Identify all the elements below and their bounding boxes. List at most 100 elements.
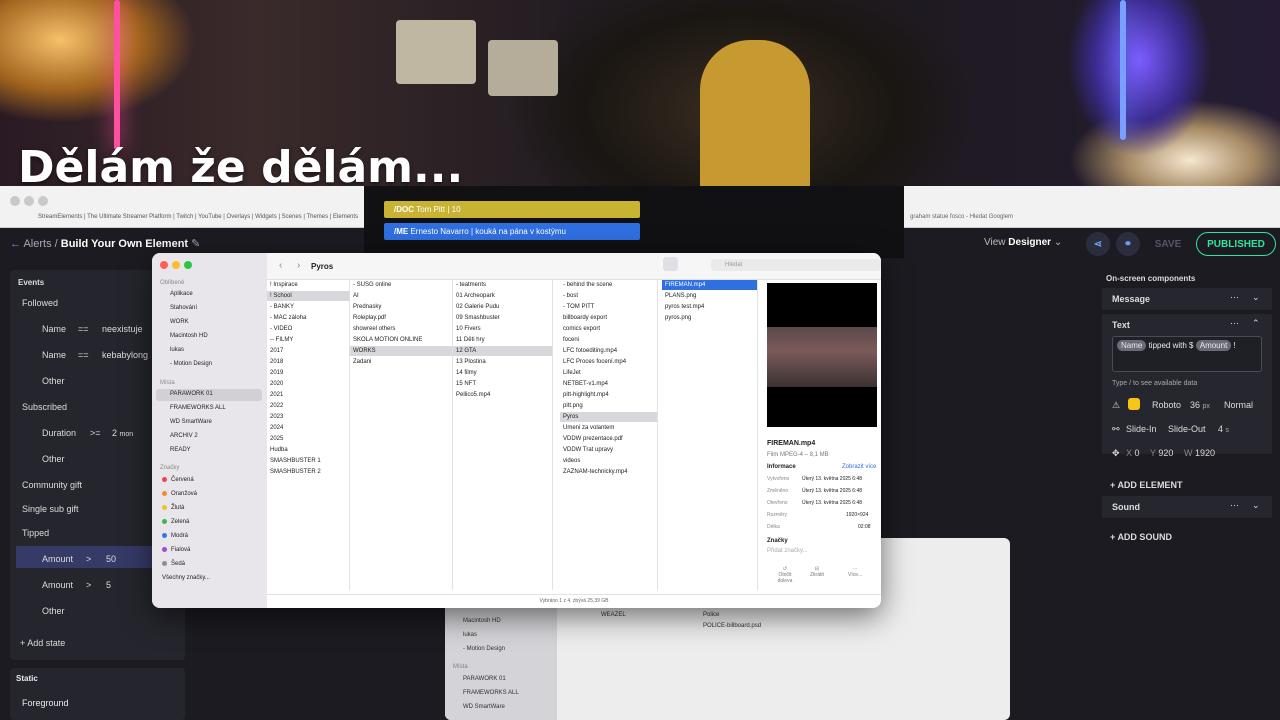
file-item[interactable]: NETBET-v1.mp4 xyxy=(560,379,657,389)
sidebar-item[interactable]: lukas xyxy=(170,347,184,353)
text-template-input[interactable]: Name tipped with $ Amount ! xyxy=(1112,336,1262,372)
text-color-swatch[interactable] xyxy=(1128,398,1140,410)
file-item[interactable]: SMASHBUSTER 2 xyxy=(267,467,349,477)
back-icon[interactable]: ‹ xyxy=(279,260,282,271)
component-text[interactable]: Text xyxy=(1112,320,1130,330)
link-icon[interactable]: ⚭ xyxy=(1116,232,1140,256)
file-item[interactable]: 15 NFT xyxy=(453,379,552,389)
file-item[interactable]: WORKS xyxy=(350,346,452,356)
condition-value[interactable]: neexistuje xyxy=(102,324,143,334)
file-item[interactable]: 2018 xyxy=(267,357,349,367)
file-item[interactable]: - MAC záloha xyxy=(267,313,349,323)
browser-tabs[interactable]: StreamElements | The Ultimate Streamer P… xyxy=(38,214,358,220)
save-button[interactable]: SAVE xyxy=(1146,232,1190,256)
sidebar-item[interactable]: WD SmartWare xyxy=(170,419,212,425)
pencil-icon[interactable]: ✎ xyxy=(191,238,200,250)
browser-tab-right[interactable]: graham statue fosco - Hledat Googlem xyxy=(910,214,1013,220)
minimize-dot[interactable] xyxy=(24,196,34,206)
file-item[interactable]: billboardy export xyxy=(560,313,657,323)
file-item[interactable]: Roleplay.pdf xyxy=(350,313,452,323)
file-item[interactable]: ! School xyxy=(267,291,349,301)
state-other[interactable]: Other xyxy=(42,376,65,386)
close-dot[interactable] xyxy=(10,196,20,206)
file-item[interactable]: 2025 xyxy=(267,434,349,444)
font-size[interactable]: 36 px xyxy=(1190,400,1210,410)
file-item[interactable]: 2024 xyxy=(267,423,349,433)
zoom-dot[interactable] xyxy=(38,196,48,206)
file-item[interactable]: - BANKY xyxy=(267,302,349,312)
y-field[interactable]: Y 920 xyxy=(1150,448,1173,458)
file-item[interactable]: Zadani xyxy=(350,357,452,367)
file-item[interactable]: FIREMAN.mp4 xyxy=(662,280,757,290)
file-item[interactable]: pitt-highlight.mp4 xyxy=(560,390,657,400)
file-item[interactable]: ! Inspirace xyxy=(267,280,349,290)
rotate-left-button[interactable]: ↺ Otočit doleva xyxy=(772,566,798,584)
file-item[interactable]: videos xyxy=(560,456,657,466)
file-item[interactable]: AI xyxy=(350,291,452,301)
tag-item[interactable]: Fialová xyxy=(162,547,190,553)
tag-item[interactable]: Oranžová xyxy=(162,491,197,497)
file-item[interactable]: 09 Smashbuster xyxy=(453,313,552,323)
column-view-icon[interactable] xyxy=(663,257,678,271)
zoom-button[interactable] xyxy=(184,261,192,269)
variable-chip[interactable]: Name xyxy=(1117,340,1147,351)
tag-item[interactable]: Žlutá xyxy=(162,505,184,511)
more-button[interactable]: ⋯ Více... xyxy=(848,566,862,578)
file-item[interactable]: LifeJet xyxy=(560,368,657,378)
state-followed[interactable]: Followed xyxy=(22,298,58,308)
condition-value[interactable]: kebabylong xyxy=(102,350,148,360)
file-item[interactable]: LFC fotoediting.mp4 xyxy=(560,346,657,356)
chevron-down-icon[interactable]: ⌄ xyxy=(1252,292,1260,303)
file-item[interactable]: - bost xyxy=(560,291,657,301)
add-sound-button[interactable]: + ADD SOUND xyxy=(1110,532,1172,542)
chevron-up-icon[interactable]: ⌃ xyxy=(1252,318,1260,329)
add-element-button[interactable]: + ADD ELEMENT xyxy=(1110,480,1182,490)
file-item[interactable]: pitt.png xyxy=(560,401,657,411)
file-item[interactable]: pyros test.mp4 xyxy=(662,302,757,312)
tag-item[interactable]: Červená xyxy=(162,477,194,483)
tag-item[interactable]: Zelená xyxy=(162,519,189,525)
sidebar-item[interactable]: Aplikace xyxy=(170,291,193,297)
sidebar-item[interactable]: - Motion Design xyxy=(170,361,212,367)
tag-item[interactable]: Modrá xyxy=(162,533,188,539)
state-tipped[interactable]: Tipped xyxy=(22,528,49,538)
file-item[interactable]: -- FILMY xyxy=(267,335,349,345)
component-sound[interactable]: Sound xyxy=(1112,502,1140,512)
sidebar-item[interactable]: PARAWORK 01 xyxy=(170,391,213,397)
file-item[interactable]: foceni xyxy=(560,335,657,345)
w-field[interactable]: W 1920 xyxy=(1184,448,1215,458)
font-select[interactable]: Roboto xyxy=(1152,400,1181,410)
file-item[interactable]: pyros.png xyxy=(662,313,757,323)
file-item[interactable]: ZAZNAM-technicky.mp4 xyxy=(560,467,657,477)
back-arrow-icon[interactable]: ← xyxy=(10,238,21,250)
file-item[interactable]: 01 Archeopark xyxy=(453,291,552,301)
file-item[interactable]: 12 GTA xyxy=(453,346,552,356)
sidebar-item[interactable]: WORK xyxy=(170,319,189,325)
sidebar-item[interactable]: READY xyxy=(170,447,191,453)
sidebar-item[interactable]: Macintosh HD xyxy=(170,333,208,339)
file-item[interactable]: 02 Galerie Pudu xyxy=(453,302,552,312)
sidebar-item[interactable]: ARCHIV 2 xyxy=(170,433,198,439)
state-subscribed[interactable]: Subscribed xyxy=(22,402,67,412)
file-item[interactable]: Hudba xyxy=(267,445,349,455)
state-other[interactable]: Other xyxy=(42,606,65,616)
trim-button[interactable]: ⊟ Zkrátit xyxy=(810,566,824,578)
file-item[interactable]: Umeni za volantem xyxy=(560,423,657,433)
file-item[interactable]: - VIDEO xyxy=(267,324,349,334)
file-item[interactable]: PLANS.png xyxy=(662,291,757,301)
file-item[interactable]: VDDW Trat upravy xyxy=(560,445,657,455)
tag-item[interactable]: Šedá xyxy=(162,561,185,567)
file-item[interactable]: showreel others xyxy=(350,324,452,334)
chevron-down-icon[interactable]: ⌄ xyxy=(1252,500,1260,511)
file-item[interactable]: 10 Fivers xyxy=(453,324,552,334)
file-item[interactable]: comics export xyxy=(560,324,657,334)
component-message[interactable]: Message xyxy=(1112,294,1150,304)
file-item[interactable]: Prednasky xyxy=(350,302,452,312)
amount-value[interactable]: 5 xyxy=(106,580,111,590)
x-field[interactable]: X 0 xyxy=(1126,448,1140,458)
file-item[interactable]: 14 filmy xyxy=(453,368,552,378)
file-item[interactable]: 11 Děti hry xyxy=(453,335,552,345)
breadcrumb-alerts[interactable]: Alerts xyxy=(23,238,51,250)
close-button[interactable] xyxy=(160,261,168,269)
amount-value[interactable]: 50 xyxy=(106,554,116,564)
